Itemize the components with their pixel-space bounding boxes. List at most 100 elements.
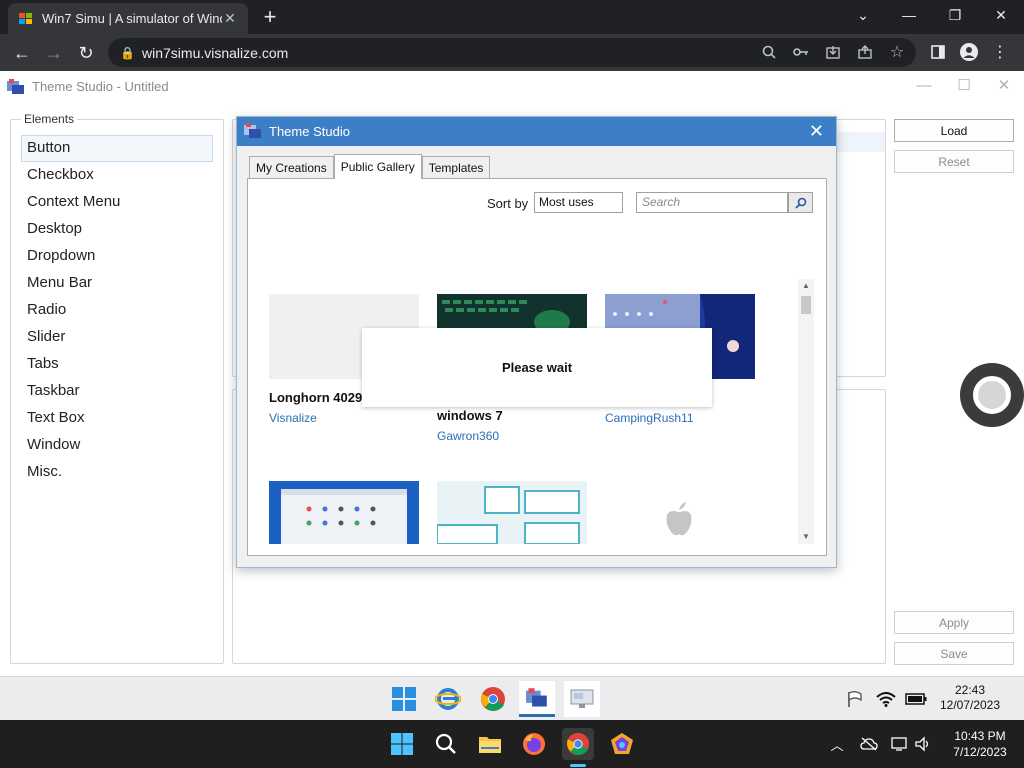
- gallery-scrollbar[interactable]: ▲ ▼: [798, 279, 814, 544]
- os-clock-date: 7/12/2023: [953, 745, 1007, 759]
- element-item-radio[interactable]: Radio: [21, 297, 213, 324]
- sim-theme-studio-icon[interactable]: [519, 681, 555, 717]
- taskbar-search-icon[interactable]: [430, 728, 462, 760]
- browser-tab-strip: Win7 Simu | A simulator of Windows 7 ✕ +…: [0, 0, 1024, 34]
- sim-clock-time: 22:43: [954, 683, 986, 697]
- os-clock[interactable]: 10:43 PM 7/12/2023: [940, 728, 1020, 760]
- recording-app-icon[interactable]: [606, 728, 638, 760]
- file-explorer-icon[interactable]: [474, 728, 506, 760]
- please-wait-overlay: Please wait: [362, 328, 712, 407]
- show-hidden-icons-chevron-icon[interactable]: ︿: [827, 734, 847, 754]
- os-taskbar: ︿ 10:43 PM 7/12/2023: [0, 720, 1024, 768]
- close-tab-icon[interactable]: ✕: [222, 10, 238, 27]
- scroll-down-arrow-icon[interactable]: ▼: [798, 530, 814, 544]
- taskbar-chrome-icon[interactable]: [562, 728, 594, 760]
- theme-thumbnail-aero-windows[interactable]: [437, 481, 587, 544]
- tab-my-creations[interactable]: My Creations: [249, 156, 334, 178]
- sim-start-icon[interactable]: [386, 681, 422, 717]
- password-key-icon[interactable]: [789, 40, 813, 64]
- back-arrow-icon[interactable]: ←: [9, 40, 35, 66]
- sim-display-settings-icon[interactable]: [564, 681, 600, 717]
- app-maximize-icon[interactable]: ☐: [953, 75, 975, 97]
- element-item-slider[interactable]: Slider: [21, 324, 213, 351]
- side-panel-icon[interactable]: [926, 40, 950, 64]
- apply-button[interactable]: Apply: [894, 611, 1014, 634]
- sort-by-select[interactable]: Most uses: [534, 192, 623, 213]
- share-icon[interactable]: [853, 40, 877, 64]
- dialog-title: Theme Studio: [269, 124, 350, 139]
- volume-icon[interactable]: [913, 734, 933, 754]
- theme-author-visnalize[interactable]: Visnalize: [269, 411, 317, 425]
- dialog-title-bar[interactable]: Theme Studio ✕: [237, 117, 836, 146]
- cloud-sync-icon[interactable]: [859, 734, 879, 754]
- browser-toolbar: ← → ↻ 🔒 win7simu.visnalize.com ☆ ⋮: [0, 34, 1024, 71]
- dialog-close-icon[interactable]: ✕: [809, 121, 824, 141]
- simulated-taskbar: 22:43 12/07/2023: [0, 676, 1024, 720]
- network-display-icon[interactable]: [890, 734, 910, 754]
- sim-internet-explorer-icon[interactable]: [430, 681, 466, 717]
- element-item-dropdown[interactable]: Dropdown: [21, 243, 213, 270]
- theme-name-longhorn[interactable]: Longhorn 4029: [269, 390, 362, 405]
- scroll-up-arrow-icon[interactable]: ▲: [798, 279, 814, 293]
- browser-tab[interactable]: Win7 Simu | A simulator of Windows 7 ✕: [8, 3, 248, 34]
- app-close-icon[interactable]: ✕: [993, 75, 1015, 97]
- profile-avatar-icon[interactable]: [957, 40, 981, 64]
- element-item-tabs[interactable]: Tabs: [21, 351, 213, 378]
- search-icon: [794, 197, 806, 209]
- reload-icon[interactable]: ↻: [73, 40, 99, 66]
- element-item-context-menu[interactable]: Context Menu: [21, 189, 213, 216]
- sim-wifi-icon[interactable]: [873, 681, 899, 717]
- sort-by-label: Sort by: [487, 196, 529, 211]
- restore-window-icon[interactable]: ❐: [932, 0, 978, 30]
- theme-author-gawron360[interactable]: Gawron360: [437, 429, 499, 443]
- tab-search-chevron-icon[interactable]: ⌄: [840, 0, 886, 30]
- theme-studio-dialog: Theme Studio ✕ My Creations Public Galle…: [236, 116, 837, 568]
- app-window-title: Theme Studio - Untitled: [32, 79, 169, 94]
- forward-arrow-icon[interactable]: →: [41, 40, 67, 66]
- theme-name-windows7[interactable]: windows 7: [437, 408, 503, 423]
- firefox-icon[interactable]: [518, 728, 550, 760]
- sim-clock-date: 12/07/2023: [939, 698, 1001, 712]
- gallery-search-input[interactable]: Search: [636, 192, 788, 213]
- sim-battery-icon[interactable]: [903, 681, 929, 717]
- theme-studio-app-icon: [6, 78, 26, 96]
- win7simu-favicon-icon: [18, 11, 34, 27]
- tab-templates[interactable]: Templates: [421, 156, 491, 178]
- zoom-search-icon[interactable]: [757, 40, 781, 64]
- browser-tab-title: Win7 Simu | A simulator of Windows 7: [42, 11, 222, 26]
- element-item-text-box[interactable]: Text Box: [21, 405, 213, 432]
- chrome-menu-icon[interactable]: ⋮: [988, 40, 1012, 64]
- tab-public-gallery[interactable]: Public Gallery: [333, 154, 422, 179]
- windows-start-icon[interactable]: [386, 728, 418, 760]
- element-item-button[interactable]: Button: [21, 135, 213, 162]
- element-item-misc[interactable]: Misc.: [21, 459, 213, 486]
- reset-button[interactable]: Reset: [894, 150, 1014, 173]
- element-item-checkbox[interactable]: Checkbox: [21, 162, 213, 189]
- element-item-menu-bar[interactable]: Menu Bar: [21, 270, 213, 297]
- please-wait-message: Please wait: [501, 360, 573, 375]
- element-item-taskbar[interactable]: Taskbar: [21, 378, 213, 405]
- dialog-app-icon: [243, 122, 263, 140]
- sim-action-center-flag-icon[interactable]: [842, 681, 868, 717]
- element-item-desktop[interactable]: Desktop: [21, 216, 213, 243]
- apple-logo-icon: [666, 502, 692, 536]
- app-minimize-icon[interactable]: —: [913, 75, 935, 97]
- theme-author-campingrush11[interactable]: CampingRush11: [605, 411, 694, 425]
- save-button[interactable]: Save: [894, 642, 1014, 665]
- os-clock-time: 10:43 PM: [954, 729, 1006, 743]
- install-app-icon[interactable]: [821, 40, 845, 64]
- scroll-thumb[interactable]: [801, 296, 811, 314]
- sim-chrome-icon[interactable]: [475, 681, 511, 717]
- sim-clock[interactable]: 22:43 12/07/2023: [932, 683, 1008, 713]
- theme-thumbnail-blue-desktop[interactable]: [269, 481, 419, 544]
- new-tab-icon[interactable]: +: [258, 6, 282, 30]
- element-item-window[interactable]: Window: [21, 432, 213, 459]
- minimize-window-icon[interactable]: —: [886, 0, 932, 30]
- load-button[interactable]: Load: [894, 119, 1014, 142]
- gallery-panel: Sort by Most uses Search Longhorn 4029 V…: [247, 178, 827, 556]
- gallery-search-button[interactable]: [788, 192, 813, 213]
- close-window-icon[interactable]: ✕: [978, 0, 1024, 30]
- bookmark-star-icon[interactable]: ☆: [885, 40, 909, 64]
- chrome-active-indicator: [570, 764, 586, 767]
- theme-thumbnail-apple[interactable]: [605, 481, 755, 544]
